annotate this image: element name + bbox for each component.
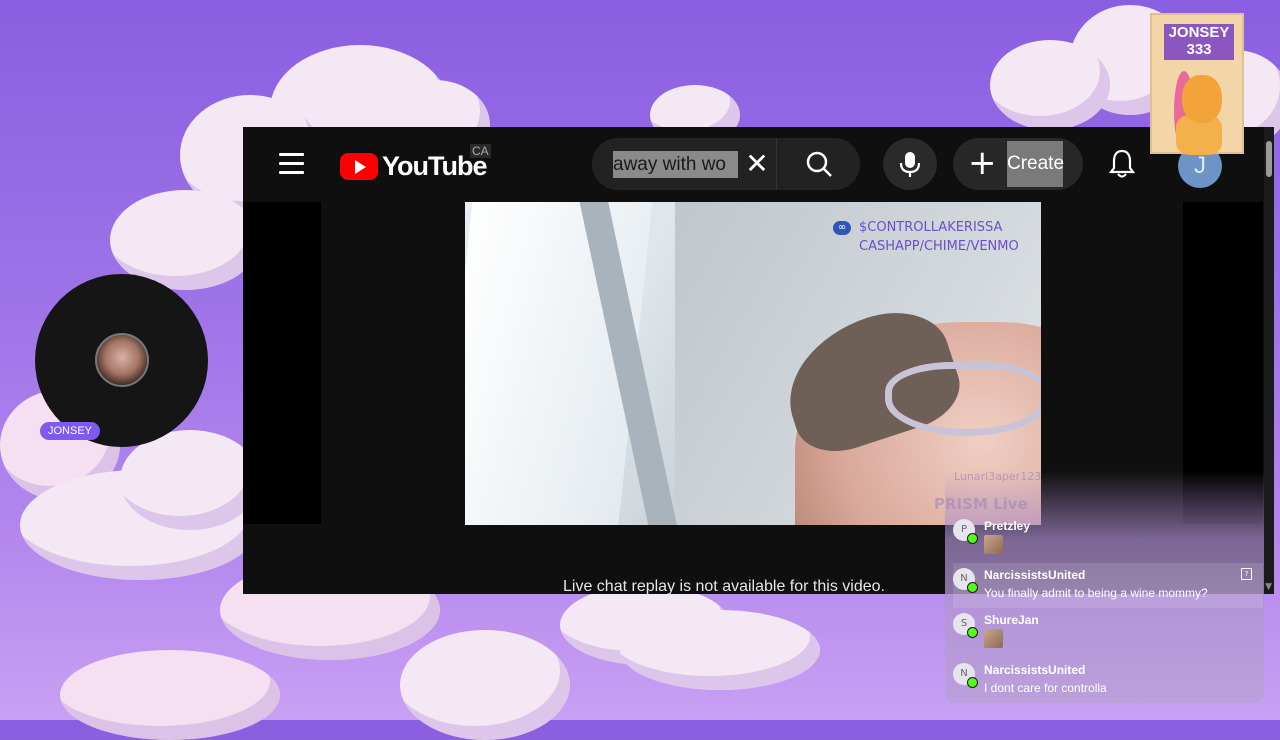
kick-badge-icon: [967, 533, 978, 544]
voice-search-button[interactable]: [883, 138, 937, 190]
kick-badge-icon: [967, 677, 978, 688]
region-code: CA: [470, 144, 491, 158]
create-label: Create: [1007, 141, 1064, 187]
create-button[interactable]: + Create: [953, 138, 1083, 190]
sticker-title-line-2: 333: [1186, 41, 1212, 58]
kick-badge-icon: [967, 627, 978, 638]
chat-message: N NarcissistsUnited You finally admit to…: [953, 563, 1263, 608]
scroll-down-arrow-icon[interactable]: ▼: [1265, 582, 1272, 592]
chat-username: NarcissistsUnited: [984, 663, 1086, 677]
search-box[interactable]: away with wo ✕: [592, 138, 860, 190]
chat-username: Pretzley: [984, 519, 1031, 533]
sticker-sign: JONSEY 333: [1164, 24, 1234, 60]
cloud: [620, 610, 820, 690]
video-watermark: ∞ $CONTROLLAKERISSA CASHAPP/CHIME/VENMO: [833, 218, 1019, 256]
cloud: [990, 40, 1110, 130]
video-scene-glasses: [885, 362, 1041, 436]
chat-faded-user: Lunarl3aper123: [954, 470, 1042, 483]
chat-emote-icon: [984, 535, 1003, 554]
cloud: [60, 650, 280, 740]
live-chat-unavailable-message: Live chat replay is not available for th…: [563, 578, 885, 594]
webcam-face: [95, 333, 149, 387]
kick-badge-icon: [967, 582, 978, 593]
report-icon[interactable]: ?: [1241, 568, 1252, 580]
jonsey-sticker: JONSEY 333: [1150, 13, 1244, 155]
chat-message: N NarcissistsUnited I dont care for cont…: [953, 663, 1263, 699]
chat-username: NarcissistsUnited: [984, 568, 1086, 582]
menu-icon[interactable]: [279, 153, 304, 175]
search-button[interactable]: [776, 138, 861, 190]
clear-search-icon[interactable]: ✕: [743, 150, 771, 178]
scrollbar[interactable]: ▼: [1264, 127, 1274, 594]
notifications-bell-icon[interactable]: [1108, 149, 1136, 183]
giraffe-head-icon: [1182, 75, 1222, 123]
search-icon: [806, 151, 832, 177]
link-icon: ∞: [833, 221, 851, 235]
chat-text: You finally admit to being a wine mommy?: [984, 586, 1208, 600]
youtube-play-icon: [340, 153, 378, 180]
chat-username: ShureJan: [984, 613, 1039, 627]
sticker-title-line-1: JONSEY: [1168, 24, 1230, 41]
chat-faded-label: PRISM Live: [934, 495, 1028, 513]
youtube-top-bar: YouTube CA away with wo ✕ + Create J: [243, 127, 1274, 202]
video-side-left: [243, 202, 321, 524]
plus-icon: +: [968, 143, 997, 183]
search-input[interactable]: away with wo: [613, 151, 738, 178]
watermark-line-1: $CONTROLLAKERISSA: [859, 220, 1003, 235]
youtube-logo[interactable]: YouTube: [340, 151, 487, 182]
chat-emote-icon: [984, 629, 1003, 648]
chat-message: P Pretzley: [953, 519, 1263, 557]
watermark-line-2: CASHAPP/CHIME/VENMO: [859, 239, 1019, 254]
streamer-name-badge: JONSEY: [40, 422, 101, 440]
microphone-icon: [899, 152, 921, 177]
chat-message: S ShureJan: [953, 613, 1263, 651]
cloud: [400, 630, 570, 740]
chat-text: I dont care for controlla: [984, 681, 1107, 695]
cloud: [120, 430, 260, 530]
scrollbar-thumb[interactable]: [1266, 141, 1272, 177]
